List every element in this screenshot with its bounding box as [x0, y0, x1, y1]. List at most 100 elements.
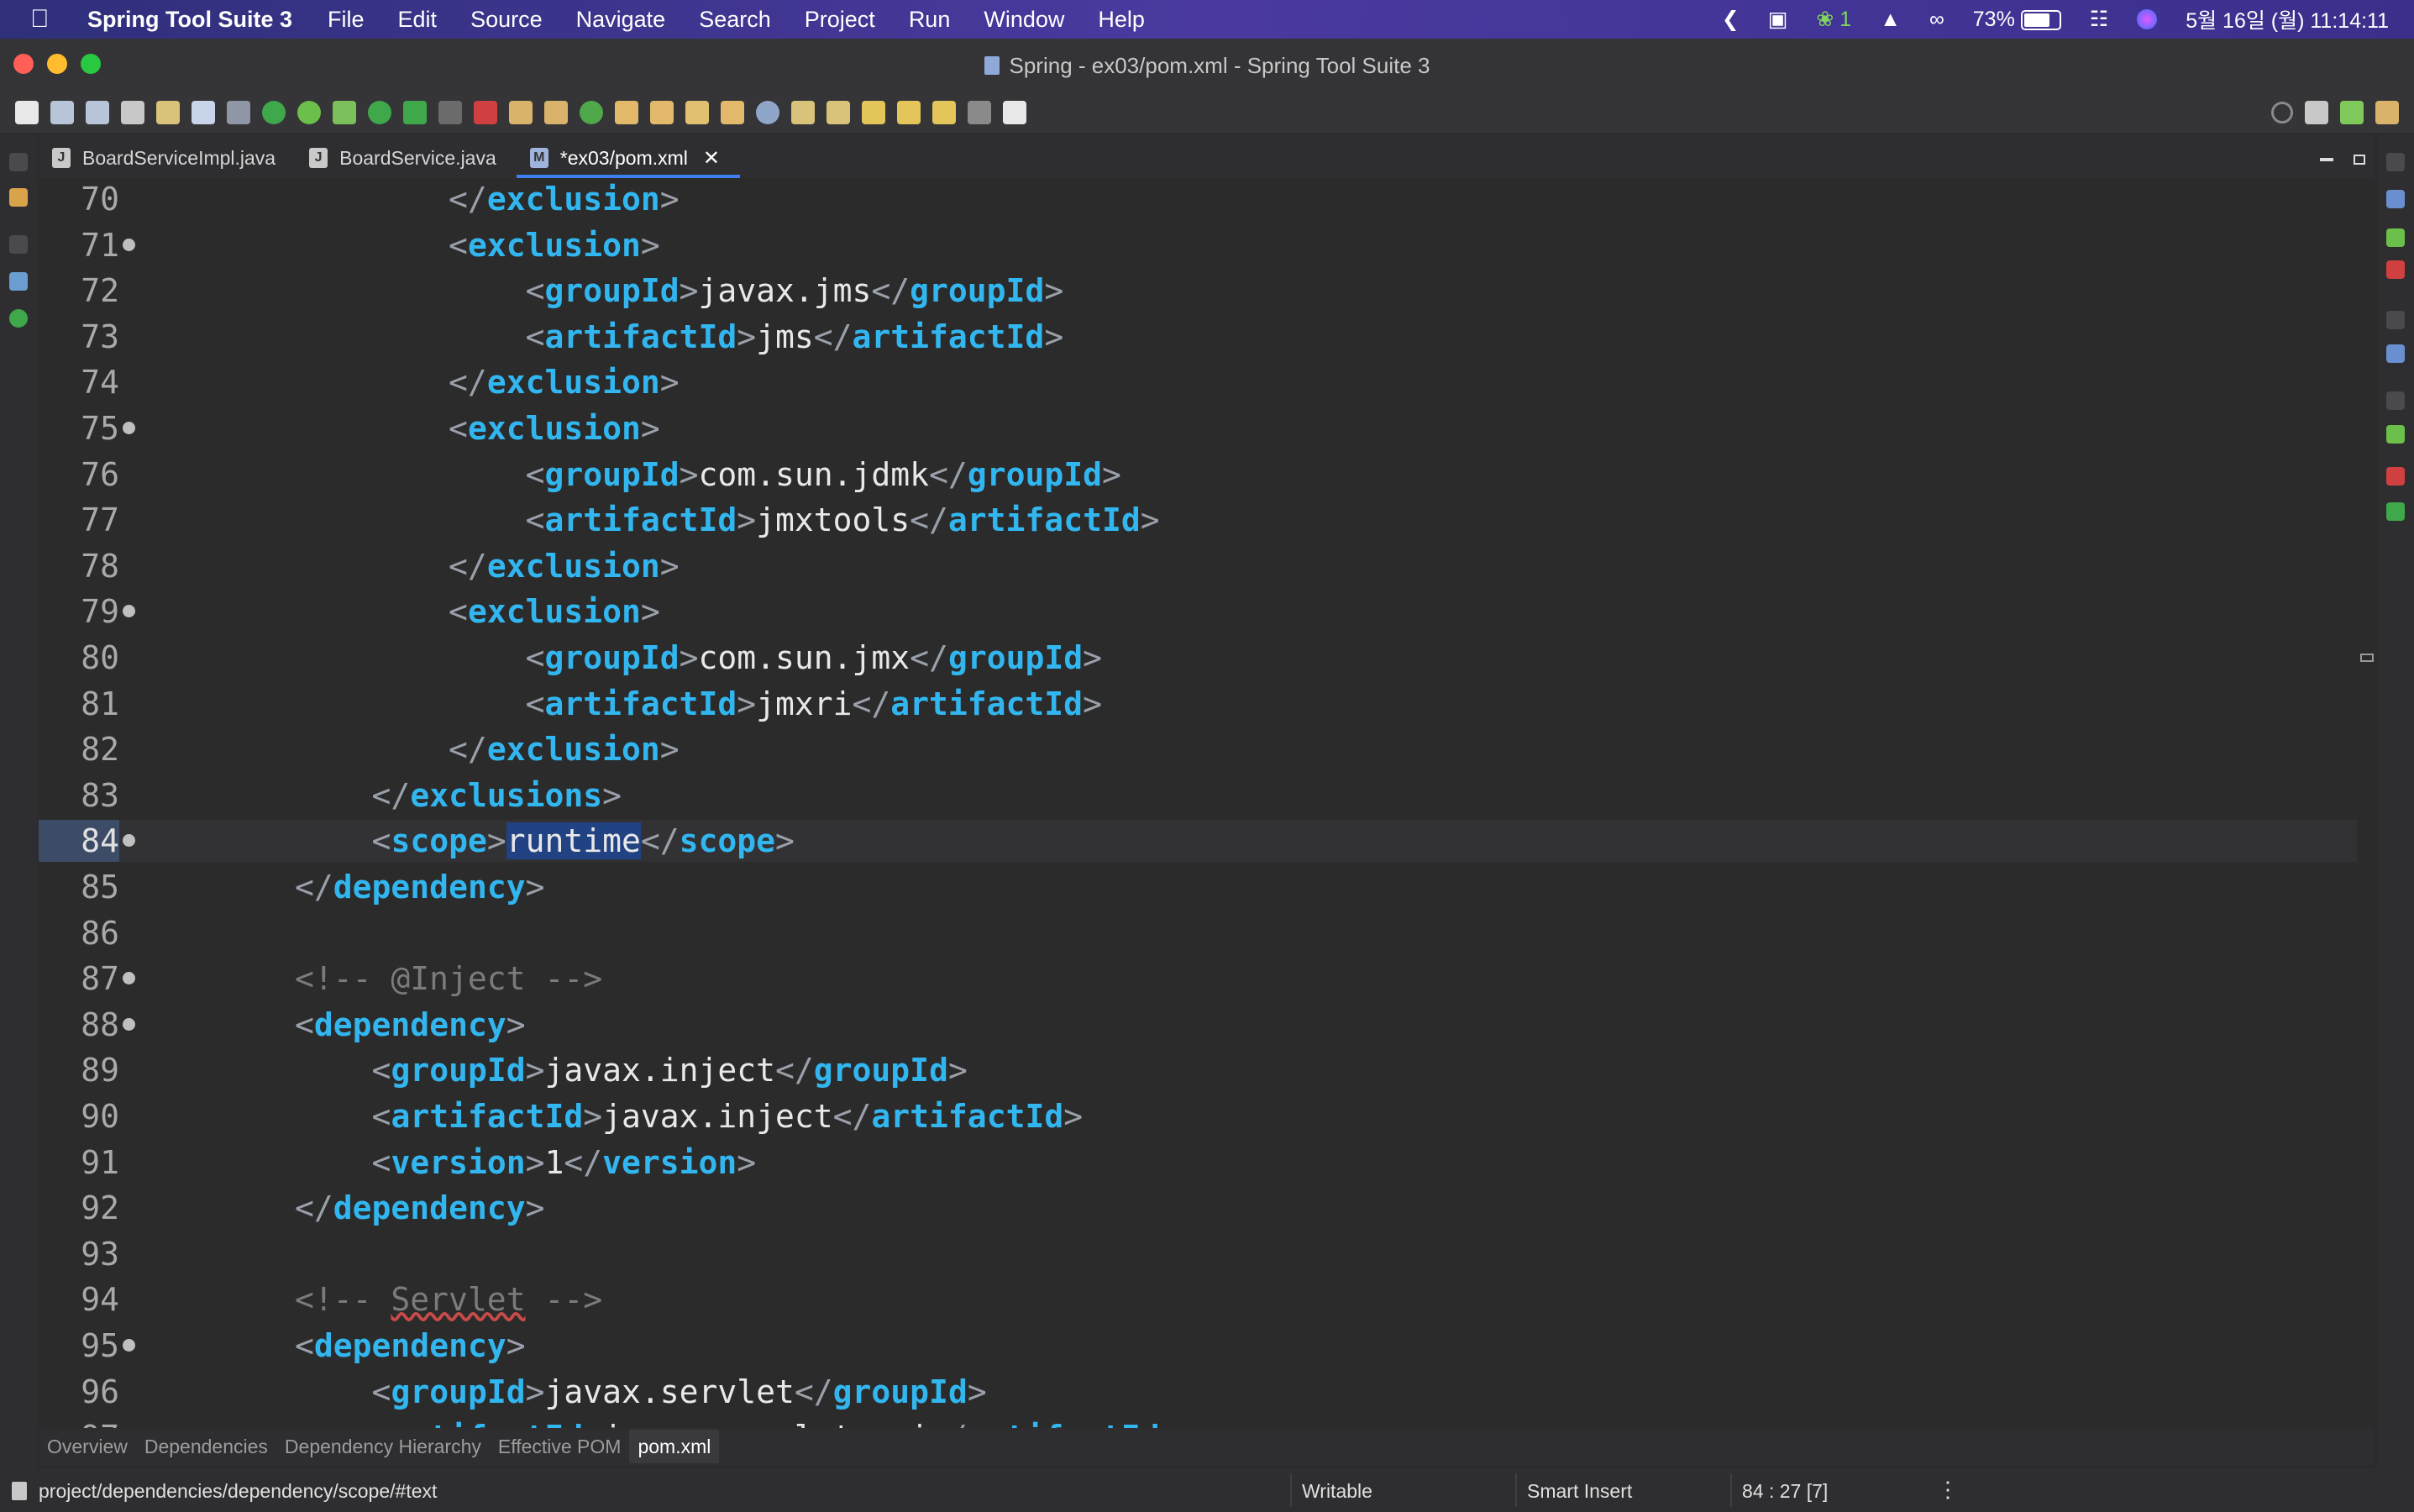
- code-editor[interactable]: 70 </exclusion> 71 <exclusion> 72 <groupId…: [39, 178, 2374, 1428]
- code-line[interactable]: 89 <groupId>javax.inject</groupId>: [39, 1049, 2357, 1091]
- outline-icon[interactable]: [2386, 344, 2405, 363]
- pen-icon[interactable]: [685, 101, 709, 124]
- spring-explorer-icon[interactable]: [2386, 228, 2405, 247]
- boot-dashboard-icon[interactable]: [2386, 260, 2405, 279]
- battery-status[interactable]: 73%: [1973, 8, 2061, 32]
- apple-icon[interactable]: : [30, 5, 64, 34]
- spring-perspective-icon[interactable]: [2340, 101, 2364, 124]
- close-window-button[interactable]: [13, 54, 34, 74]
- fold-toggle-icon[interactable]: [123, 972, 135, 985]
- tab-dependency-hierarchy[interactable]: Dependency Hierarchy: [276, 1430, 490, 1463]
- code-line[interactable]: 91 <version>1</version>: [39, 1142, 2357, 1184]
- code-line[interactable]: 71 <exclusion>: [39, 224, 2357, 266]
- folder-icon[interactable]: [721, 101, 744, 124]
- tab-pom-xml-source[interactable]: pom.xml: [629, 1430, 720, 1463]
- forward-edit-icon[interactable]: [897, 101, 921, 124]
- code-line[interactable]: 90 <artifactId>javax.inject</artifactId>: [39, 1095, 2357, 1137]
- code-line[interactable]: 75 <exclusion>: [39, 407, 2357, 449]
- restore-icon[interactable]: [2386, 311, 2405, 329]
- maximize-icon[interactable]: [2354, 155, 2365, 165]
- code-line[interactable]: 88 <dependency>: [39, 1004, 2357, 1046]
- fold-toggle-icon[interactable]: [123, 1017, 135, 1031]
- open-type-icon[interactable]: [156, 101, 180, 124]
- back-icon[interactable]: [932, 101, 956, 124]
- hat-icon[interactable]: ▲: [1880, 8, 1901, 32]
- console-icon[interactable]: [192, 101, 215, 124]
- open-folder-icon[interactable]: [615, 101, 638, 124]
- siri-icon[interactable]: [2137, 9, 2158, 29]
- app-menu-title[interactable]: Spring Tool Suite 3: [87, 7, 292, 33]
- problems-icon[interactable]: [2386, 467, 2405, 486]
- link-icon[interactable]: ∞: [1929, 8, 1944, 32]
- close-icon[interactable]: ✕: [703, 146, 720, 171]
- code-line[interactable]: 84 <scope>runtime</scope>: [39, 820, 2357, 863]
- code-line[interactable]: 73 <artifactId>jms</artifactId>: [39, 316, 2357, 358]
- code-line[interactable]: 97 <artifactId>javax.servlet-api</artifa…: [39, 1416, 2357, 1428]
- pin-editor-icon[interactable]: [1003, 101, 1026, 124]
- servers-icon[interactable]: [9, 272, 28, 291]
- code-line[interactable]: 76 <groupId>com.sun.jdmk</groupId>: [39, 454, 2357, 496]
- menu-file[interactable]: File: [328, 7, 365, 33]
- menu-edit[interactable]: Edit: [398, 7, 438, 33]
- restore-icon[interactable]: [9, 153, 28, 171]
- more-icon[interactable]: ⋮: [1937, 1477, 1959, 1503]
- package-explorer-icon[interactable]: [9, 188, 28, 207]
- new-package-icon[interactable]: [509, 101, 533, 124]
- tab-overview[interactable]: Overview: [39, 1430, 136, 1463]
- debug-icon[interactable]: [333, 101, 356, 124]
- code-line[interactable]: 70 </exclusion>: [39, 178, 2357, 220]
- run-icon[interactable]: [368, 101, 391, 124]
- restore-icon[interactable]: [2386, 153, 2405, 171]
- power-icon[interactable]: [262, 101, 286, 124]
- code-line[interactable]: 74 </exclusion>: [39, 361, 2357, 403]
- fold-toggle-icon[interactable]: [123, 238, 135, 251]
- fold-toggle-icon[interactable]: [123, 1339, 135, 1352]
- annotation-next-icon[interactable]: [791, 101, 815, 124]
- task-list-icon[interactable]: [2386, 190, 2405, 208]
- code-line[interactable]: 93: [39, 1233, 2357, 1275]
- menu-navigate[interactable]: Navigate: [576, 7, 666, 33]
- stop-icon[interactable]: [438, 101, 462, 124]
- minimize-icon[interactable]: [2320, 158, 2333, 161]
- menu-window[interactable]: Window: [984, 7, 1064, 33]
- spring-sprout-icon[interactable]: ❀ 1: [1816, 7, 1851, 32]
- progress-icon[interactable]: [2386, 502, 2405, 521]
- print-icon[interactable]: [121, 101, 144, 124]
- code-line[interactable]: 81 <artifactId>jmxri</artifactId>: [39, 683, 2357, 725]
- search-icon[interactable]: [2271, 102, 2293, 123]
- restore-icon[interactable]: [9, 235, 28, 254]
- code-line[interactable]: 79 <exclusion>: [39, 591, 2357, 633]
- tab-pom-xml[interactable]: M *ex03/pom.xml ✕: [516, 138, 741, 178]
- power-icon[interactable]: [9, 309, 28, 328]
- open-project-icon[interactable]: [650, 101, 674, 124]
- minimize-window-button[interactable]: [47, 54, 67, 74]
- menu-run[interactable]: Run: [909, 7, 951, 33]
- skip-breakpoints-icon[interactable]: [227, 101, 250, 124]
- forward-icon[interactable]: [968, 101, 991, 124]
- new-class-icon[interactable]: [544, 101, 568, 124]
- fold-toggle-icon[interactable]: [123, 834, 135, 848]
- external-tools-icon[interactable]: [474, 101, 497, 124]
- tab-effective-pom[interactable]: Effective POM: [490, 1430, 630, 1463]
- code-line[interactable]: 86: [39, 912, 2357, 954]
- menu-source[interactable]: Source: [470, 7, 543, 33]
- refresh-icon[interactable]: [580, 101, 603, 124]
- fold-toggle-icon[interactable]: [123, 422, 135, 434]
- open-perspective-icon[interactable]: [2305, 101, 2328, 124]
- clock[interactable]: 5월 16일 (월) 11:14:11: [2186, 4, 2389, 34]
- run-last-icon[interactable]: [403, 101, 427, 124]
- menu-help[interactable]: Help: [1098, 7, 1145, 33]
- code-line[interactable]: 85 </dependency>: [39, 866, 2357, 908]
- tab-boardservice[interactable]: J BoardService.java: [296, 138, 517, 178]
- tab-boardserviceimpl[interactable]: J BoardServiceImpl.java: [39, 138, 296, 178]
- code-line[interactable]: 82 </exclusion>: [39, 728, 2357, 770]
- new-icon[interactable]: [15, 101, 39, 124]
- last-edit-icon[interactable]: [862, 101, 885, 124]
- control-center-icon[interactable]: ☷: [2090, 7, 2108, 32]
- code-line[interactable]: 83 </exclusions>: [39, 774, 2357, 816]
- code-line[interactable]: 95 <dependency>: [39, 1325, 2357, 1367]
- menu-project[interactable]: Project: [805, 7, 875, 33]
- save-all-icon[interactable]: [86, 101, 109, 124]
- java-perspective-icon[interactable]: [2375, 101, 2399, 124]
- code-line[interactable]: 72 <groupId>javax.jms</groupId>: [39, 270, 2357, 312]
